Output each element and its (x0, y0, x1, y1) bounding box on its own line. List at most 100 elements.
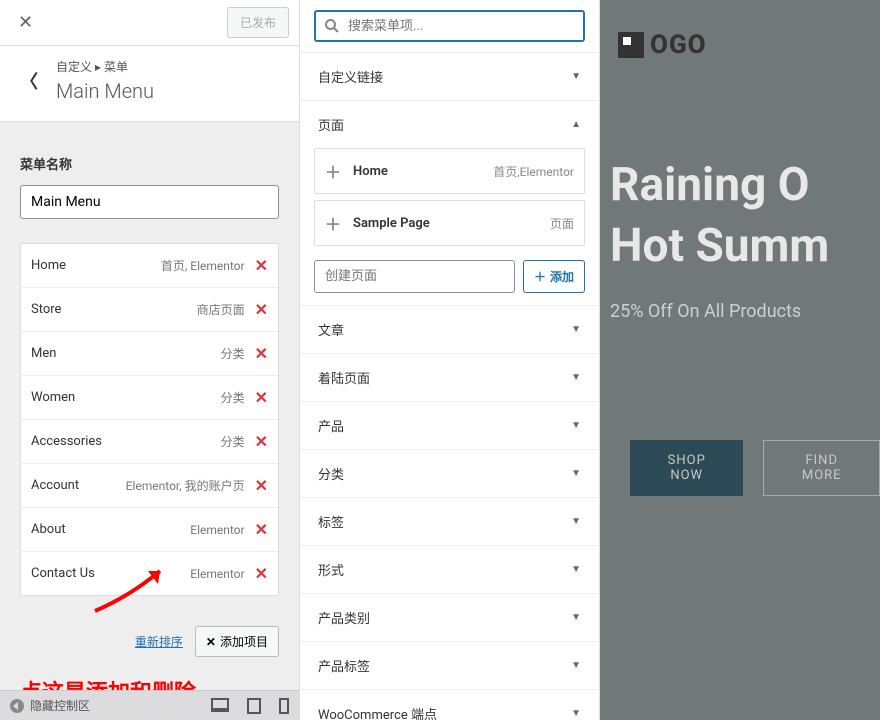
accordion-label: 产品 (318, 416, 344, 435)
logo-icon (618, 32, 644, 58)
accordion-product-tag[interactable]: 产品标签 ▼ (300, 641, 599, 689)
accordion-landing[interactable]: 着陆页面▼ (300, 353, 599, 401)
menu-item-meta: 首页, Elementor (161, 257, 245, 274)
accordion-formats[interactable]: 形式▼ (300, 545, 599, 593)
menu-item-meta: Elementor (190, 523, 244, 537)
menu-item-meta: Elementor, 我的账户页 (126, 477, 245, 494)
publish-button[interactable]: 已发布 (227, 7, 289, 38)
accordion-label: 产品标签 (318, 656, 370, 675)
accordion-label: 文章 (318, 320, 344, 339)
add-item-label: 添加项目 (220, 633, 268, 650)
accordion-label: 页面 (318, 115, 344, 134)
accordion-label: WooCommerce 端点 (318, 704, 437, 720)
plus-icon: ＋ (325, 159, 341, 183)
accordion-label: 形式 (318, 560, 344, 579)
close-icon: ✕ (206, 635, 216, 649)
page-item-name: Sample Page (353, 216, 550, 231)
chevron-down-icon: ▼ (571, 324, 581, 335)
chevron-up-icon: ▲ (571, 119, 581, 130)
chevron-down-icon: ▼ (571, 420, 581, 431)
search-menu-items[interactable] (314, 10, 585, 42)
menu-name-input[interactable] (20, 185, 279, 219)
search-icon (324, 18, 340, 34)
close-icon[interactable]: ✕ (10, 8, 41, 37)
remove-icon[interactable]: ✕ (255, 476, 268, 495)
menu-name-label: 菜单名称 (20, 154, 279, 173)
add-page-label: 添加 (550, 268, 574, 285)
accordion-posts[interactable]: 文章 ▼ (300, 305, 599, 353)
menu-item-row[interactable]: AboutElementor✕ (21, 508, 278, 552)
tablet-icon[interactable] (247, 698, 261, 714)
reorder-link[interactable]: 重新排序 (135, 633, 183, 650)
menu-item-row[interactable]: Store 商店页面 ✕ (21, 288, 278, 332)
desktop-icon[interactable] (211, 698, 229, 712)
menu-item-label: Contact Us (31, 566, 95, 581)
remove-icon[interactable]: ✕ (255, 256, 268, 275)
chevron-down-icon: ▼ (571, 660, 581, 671)
menu-item-row[interactable]: Account Elementor, 我的账户页 ✕ (21, 464, 278, 508)
pages-list: ＋ Home首页,Elementor ＋ Sample Page页面 (300, 148, 599, 246)
hide-controls-button[interactable]: 隐藏控制区 (10, 697, 90, 714)
accordion-custom-links[interactable]: 自定义链接 ▼ (300, 52, 599, 100)
breadcrumb-path: 自定义 ▸ 菜单 (56, 58, 154, 75)
page-item-name: Home (353, 164, 493, 179)
accordion-woo-endpoints[interactable]: WooCommerce 端点▼ (300, 689, 599, 720)
customizer-topbar: ✕ 已发布 (0, 0, 299, 46)
menu-item-meta: 分类 (221, 345, 245, 362)
accordion-label: 分类 (318, 464, 344, 483)
create-page-input[interactable] (314, 260, 515, 293)
accordion-categories[interactable]: 分类 ▼ (300, 449, 599, 497)
plus-icon: ＋ (534, 268, 546, 285)
menu-item-meta: Elementor (190, 567, 244, 581)
remove-icon[interactable]: ✕ (255, 388, 268, 407)
menu-item-row[interactable]: Men分类✕ (21, 332, 278, 376)
add-page-button[interactable]: ＋添加 (523, 260, 585, 293)
page-item-meta: 页面 (550, 215, 574, 232)
menu-item-label: Account (31, 478, 79, 493)
breadcrumb-title: Main Menu (56, 79, 154, 103)
site-preview: OGO Raining O Hot Summ 25% Off On All Pr… (600, 0, 880, 720)
chevron-down-icon: ▼ (571, 71, 581, 82)
chevron-down-icon: ▼ (571, 516, 581, 527)
menu-item-row[interactable]: Women 分类 ✕ (21, 376, 278, 420)
remove-icon[interactable]: ✕ (255, 300, 268, 319)
menu-items-list: Home首页, Elementor✕ Store商店页面✕ Men分类✕ Wom… (20, 243, 279, 596)
breadcrumb: 〈 自定义 ▸ 菜单 Main Menu (0, 46, 299, 122)
menu-item-row[interactable]: Accessories 分类 ✕ (21, 420, 278, 464)
page-item[interactable]: ＋ Home首页,Elementor (314, 148, 585, 194)
menu-item-meta: 分类 (221, 433, 245, 450)
menu-item-label: Store (31, 302, 61, 317)
add-item-button[interactable]: ✕ 添加项目 (195, 626, 279, 657)
accordion-tags[interactable]: 标签 ▼ (300, 497, 599, 545)
accordion-pages[interactable]: 页面 ▲ (300, 100, 599, 148)
chevron-down-icon: ▼ (571, 468, 581, 479)
search-input[interactable] (348, 19, 575, 34)
remove-icon[interactable]: ✕ (255, 564, 268, 583)
page-item[interactable]: ＋ Sample Page页面 (314, 200, 585, 246)
back-arrow-icon[interactable]: 〈 (20, 68, 38, 94)
mobile-icon[interactable] (279, 698, 289, 714)
hero-heading-2: Hot Summ (610, 221, 880, 272)
accordion-label: 产品类别 (318, 608, 370, 627)
menu-item-row[interactable]: Home 首页, Elementor ✕ (21, 244, 278, 288)
menu-item-label: Women (31, 390, 75, 405)
menu-item-label: Accessories (31, 434, 102, 449)
accordion-label: 标签 (318, 512, 344, 531)
menu-item-meta: 商店页面 (197, 301, 245, 318)
menu-item-meta: 分类 (221, 389, 245, 406)
accordion-label: 自定义链接 (318, 67, 383, 86)
accordion-products[interactable]: 产品 ▼ (300, 401, 599, 449)
remove-icon[interactable]: ✕ (255, 344, 268, 363)
collapse-icon (10, 699, 24, 713)
shop-now-button[interactable]: SHOP NOW (630, 440, 743, 496)
remove-icon[interactable]: ✕ (255, 432, 268, 451)
menu-item-row[interactable]: Contact Us Elementor ✕ (21, 552, 278, 595)
plus-icon: ＋ (325, 211, 341, 235)
menu-item-label: Home (31, 258, 66, 273)
hero-subheading: 25% Off On All Products (610, 301, 880, 322)
remove-icon[interactable]: ✕ (255, 520, 268, 539)
page-item-meta: 首页,Elementor (493, 163, 574, 180)
find-more-button[interactable]: FIND MORE (763, 440, 880, 496)
chevron-down-icon: ▼ (571, 372, 581, 383)
accordion-product-cat[interactable]: 产品类别▼ (300, 593, 599, 641)
